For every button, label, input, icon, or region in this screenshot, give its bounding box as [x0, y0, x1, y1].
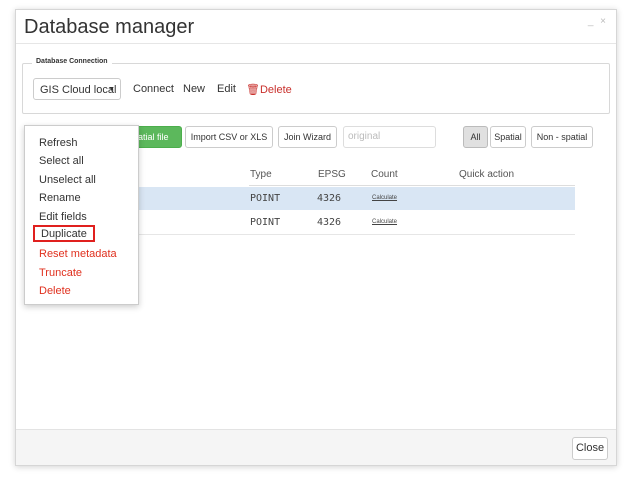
cell-type: POINT	[250, 217, 281, 228]
table-row[interactable]: POINT 4326 Calculate	[124, 211, 575, 235]
table-row[interactable]: POINT 4326 Calculate	[124, 187, 575, 210]
column-header-type[interactable]: Type	[250, 169, 272, 180]
menu-item-edit-fields[interactable]: Edit fields	[39, 211, 87, 223]
connection-legend: Database Connection	[32, 58, 112, 65]
filter-spatial-button[interactable]: Spatial	[490, 126, 526, 148]
column-header-epsg[interactable]: EPSG	[318, 169, 346, 180]
search-input[interactable]: original	[343, 126, 436, 148]
cell-epsg: 4326	[317, 193, 342, 204]
filter-non-spatial-button[interactable]: Non - spatial	[531, 126, 593, 148]
edit-link[interactable]: Edit	[217, 83, 236, 95]
connection-select[interactable]: GIS Cloud local ▼	[33, 78, 121, 100]
caret-down-icon: ▼	[108, 86, 115, 93]
column-header-quick-action[interactable]: Quick action	[459, 169, 514, 180]
menu-item-rename[interactable]: Rename	[39, 192, 81, 204]
join-wizard-button[interactable]: Join Wizard	[278, 126, 337, 148]
delete-connection-label: Delete	[259, 84, 292, 96]
menu-item-select-all[interactable]: Select all	[39, 155, 84, 167]
duplicate-highlight-box: Duplicate	[33, 225, 95, 242]
cell-type: POINT	[250, 193, 281, 204]
menu-item-reset-metadata[interactable]: Reset metadata	[39, 248, 117, 260]
title-divider	[16, 43, 616, 44]
menu-item-unselect-all[interactable]: Unselect all	[39, 174, 96, 186]
connect-link[interactable]: Connect	[133, 83, 174, 95]
delete-connection-link[interactable]: 🗑Delete	[246, 83, 292, 96]
menu-item-delete[interactable]: Delete	[39, 285, 71, 297]
menu-item-truncate[interactable]: Truncate	[39, 267, 82, 279]
menu-item-duplicate[interactable]: Duplicate	[41, 228, 87, 240]
close-button[interactable]: Close	[572, 437, 608, 460]
dialog-title: Database manager	[24, 16, 195, 38]
menu-item-refresh[interactable]: Refresh	[39, 137, 78, 149]
calculate-link[interactable]: Calculate	[372, 219, 397, 225]
dialog-footer: Close	[16, 429, 616, 465]
filter-all-button[interactable]: All	[463, 126, 488, 148]
trash-icon: 🗑	[246, 84, 260, 96]
column-header-count[interactable]: Count	[371, 169, 398, 180]
connection-select-value: GIS Cloud local	[40, 84, 117, 96]
cell-epsg: 4326	[317, 217, 342, 228]
close-icon[interactable]: ×	[600, 16, 606, 27]
calculate-link[interactable]: Calculate	[372, 195, 397, 201]
database-manager-dialog: Database manager _ × Database Connection…	[15, 9, 617, 466]
context-menu: Refresh Select all Unselect all Rename E…	[24, 125, 139, 305]
new-link[interactable]: New	[183, 83, 205, 95]
minimize-icon[interactable]: _	[588, 16, 594, 27]
import-csv-button[interactable]: Import CSV or XLS	[185, 126, 273, 148]
window-controls: _ ×	[584, 16, 606, 27]
table-header-divider	[249, 185, 575, 186]
